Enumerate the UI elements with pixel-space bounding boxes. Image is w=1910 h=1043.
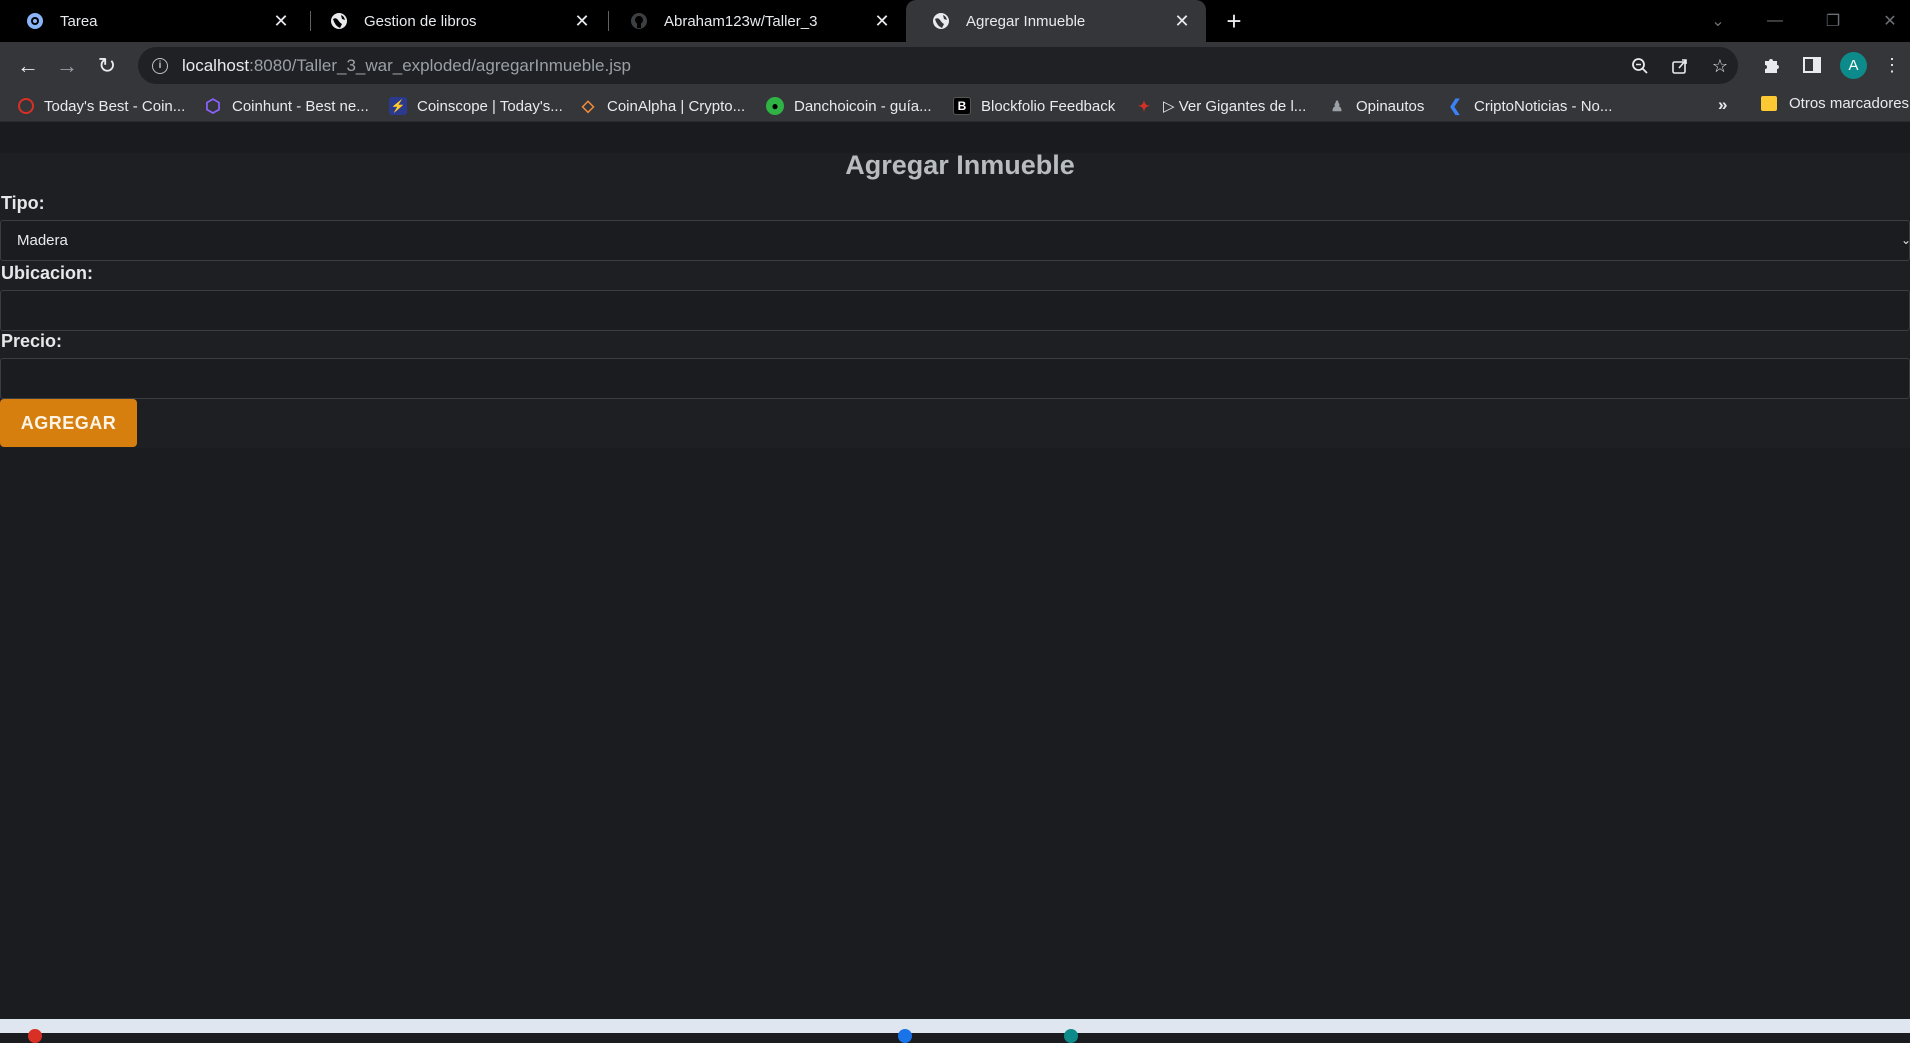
bookmark-label: Danchoicoin - guía... — [794, 97, 932, 115]
folder-icon — [1761, 96, 1777, 111]
tab-title: Agregar Inmueble — [966, 12, 1086, 30]
bookmark-item[interactable]: ⚡ Coinscope | Today's... — [389, 95, 563, 117]
tab-title: Abraham123w/Taller_3 — [664, 12, 818, 30]
alpha-icon: ◇ — [581, 98, 595, 115]
tipo-select[interactable]: Madera ⌄ — [0, 220, 1910, 261]
coin-icon — [18, 98, 34, 114]
bookmark-item[interactable]: ♟ Opinautos — [1328, 95, 1425, 117]
bookmark-item[interactable]: ❮ CriptoNoticias - No... — [1446, 95, 1612, 117]
close-icon[interactable]: ✕ — [570, 9, 594, 33]
bookmark-label: Coinhunt - Best ne... — [232, 97, 369, 115]
back-arrow-icon[interactable]: ← — [12, 50, 44, 82]
bookmark-item[interactable]: Today's Best - Coin... — [18, 95, 185, 117]
taskbar-app-icon[interactable] — [1064, 1029, 1078, 1043]
bookmark-item[interactable]: B Blockfolio Feedback — [953, 95, 1115, 117]
tipo-selected-value: Madera — [17, 232, 68, 249]
close-window-button[interactable]: ✕ — [1867, 6, 1910, 36]
ubicacion-input[interactable] — [0, 290, 1910, 331]
tab-tarea[interactable]: Tarea ✕ — [0, 0, 305, 42]
profile-avatar[interactable]: A — [1840, 52, 1867, 79]
bookmarks-bar: Today's Best - Coin... ⬡ Coinhunt - Best… — [0, 89, 1910, 122]
url-host: localhost — [182, 55, 250, 75]
close-icon[interactable]: ✕ — [1170, 9, 1194, 33]
bookmark-label: Opinautos — [1356, 97, 1425, 115]
bookmark-label: Today's Best - Coin... — [44, 97, 186, 115]
opinautos-icon: ♟ — [1330, 97, 1344, 114]
play-icon: ✦ — [1138, 97, 1150, 114]
page-title: Agregar Inmueble — [845, 150, 1075, 180]
tab-search-chevron-icon[interactable]: ⌄ — [1695, 6, 1741, 36]
globe-icon — [329, 11, 349, 31]
taskbar-app-icon[interactable] — [28, 1029, 42, 1043]
page-header-strip — [0, 123, 1910, 153]
chevron-down-icon: ⌄ — [1900, 233, 1910, 247]
bookmark-label: ▷ Ver Gigantes de l... — [1163, 98, 1307, 115]
settings-globe-icon — [25, 11, 45, 31]
site-info-icon[interactable]: i — [152, 57, 168, 74]
bookmark-label: Blockfolio Feedback — [981, 97, 1116, 115]
tab-gestion-de-libros[interactable]: Gestion de libros ✕ — [304, 0, 606, 42]
more-menu-icon[interactable]: ⋮ — [1880, 53, 1904, 77]
reload-icon[interactable]: ↻ — [91, 50, 123, 82]
other-bookmarks-label: Otros marcadores — [1789, 95, 1910, 112]
bookmark-label: CriptoNoticias - No... — [1474, 97, 1613, 115]
cripto-icon: ❮ — [1448, 98, 1462, 115]
bookmark-label: CoinAlpha | Crypto... — [607, 97, 746, 115]
zoom-icon[interactable] — [1630, 56, 1650, 76]
precio-input[interactable] — [0, 358, 1910, 399]
hexagon-icon: ⬡ — [205, 95, 221, 116]
ubicacion-label: Ubicacion: — [1, 263, 94, 283]
precio-label: Precio: — [1, 331, 63, 351]
os-taskbar — [0, 1019, 1910, 1043]
bookmark-item[interactable]: ✦ ▷ Ver Gigantes de l... — [1135, 95, 1306, 117]
tipo-label: Tipo: — [1, 193, 45, 213]
share-icon[interactable] — [1670, 56, 1690, 76]
globe-icon — [931, 11, 951, 31]
bookmark-item[interactable]: ◇ CoinAlpha | Crypto... — [579, 95, 745, 117]
bookmark-item[interactable]: ⬡ Coinhunt - Best ne... — [204, 95, 369, 117]
other-bookmarks-folder[interactable]: Otros marcadores — [1761, 95, 1909, 112]
extensions-puzzle-icon[interactable] — [1760, 53, 1784, 77]
tab-strip: Tarea ✕ Gestion de libros ✕ Abraham123w/… — [0, 0, 1910, 42]
address-bar[interactable]: i localhost:8080/Taller_3_war_exploded/a… — [138, 47, 1738, 84]
bookmark-star-icon[interactable]: ☆ — [1710, 56, 1730, 76]
agregar-button[interactable]: AGREGAR — [0, 399, 137, 447]
restore-button[interactable]: ❐ — [1810, 6, 1856, 36]
browser-toolbar: ← → ↻ i localhost:8080/Taller_3_war_expl… — [0, 42, 1910, 89]
close-icon[interactable]: ✕ — [269, 9, 293, 33]
bookmark-label: Coinscope | Today's... — [417, 97, 563, 115]
side-panel-icon[interactable] — [1800, 53, 1824, 77]
close-icon[interactable]: ✕ — [870, 9, 894, 33]
taskbar-app-icon[interactable] — [898, 1029, 912, 1043]
coin-icon: ● — [766, 97, 784, 115]
tab-title: Gestion de libros — [364, 12, 477, 30]
forward-arrow-icon[interactable]: → — [51, 50, 83, 82]
tab-title: Tarea — [60, 12, 98, 30]
bookmark-item[interactable]: ● Danchoicoin - guía... — [766, 95, 932, 117]
url-path: :8080/Taller_3_war_exploded/agregarInmue… — [249, 55, 631, 75]
bookmarks-overflow-button[interactable]: » — [1718, 95, 1727, 115]
new-tab-button[interactable]: + — [1220, 6, 1248, 36]
b-icon: B — [953, 97, 971, 115]
scope-icon: ⚡ — [389, 97, 407, 115]
tab-github[interactable]: Abraham123w/Taller_3 ✕ — [604, 0, 906, 42]
github-icon — [629, 11, 649, 31]
tab-agregar-inmueble[interactable]: Agregar Inmueble ✕ — [906, 0, 1206, 42]
minimize-button[interactable]: — — [1752, 6, 1798, 36]
